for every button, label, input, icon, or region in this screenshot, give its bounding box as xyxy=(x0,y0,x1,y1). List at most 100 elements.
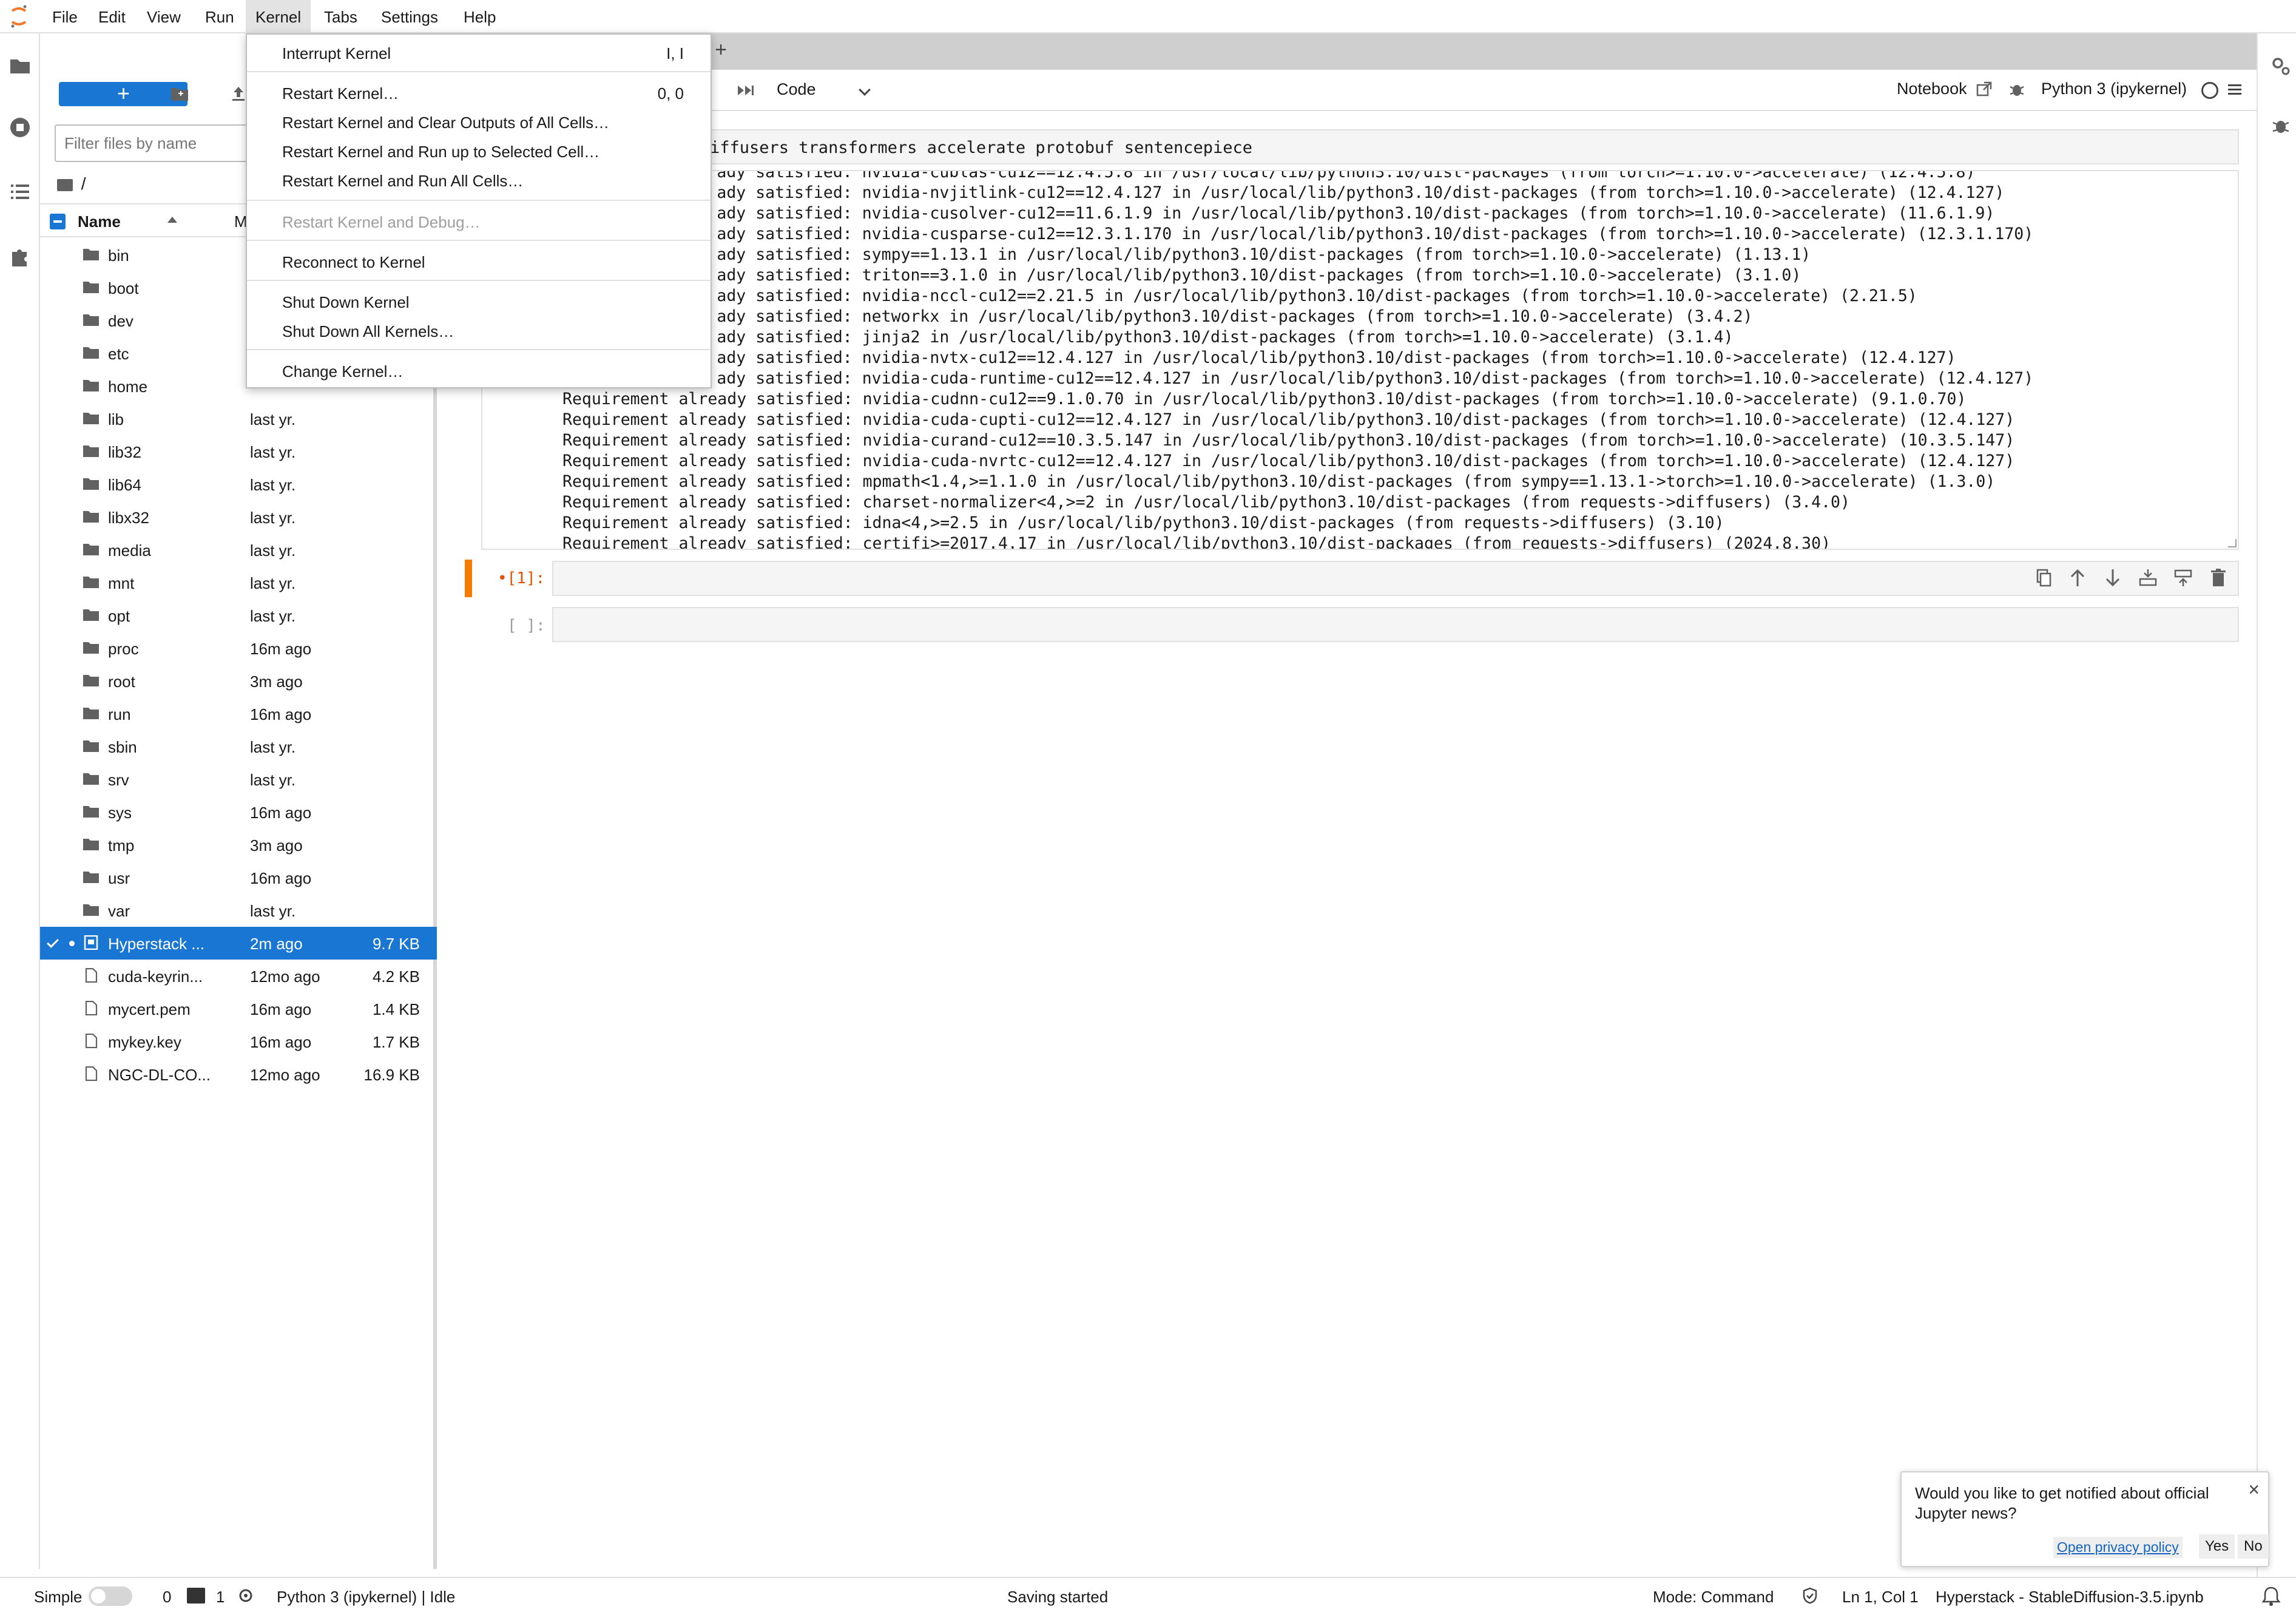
menu-restart-kernel[interactable]: Restart Kernel… 0, 0 xyxy=(247,78,711,109)
file-name: mykey.key xyxy=(108,1033,181,1051)
breadcrumb[interactable]: / xyxy=(57,174,86,194)
menu-file[interactable]: File xyxy=(42,0,87,33)
file-row[interactable]: run 16m ago xyxy=(40,697,437,730)
notification-yes-button[interactable]: Yes xyxy=(2199,1534,2235,1559)
simple-mode-label: Simple xyxy=(34,1588,83,1606)
output-line: ady satisfied: jinja2 in /usr/local/lib/… xyxy=(717,328,1733,347)
select-all-checkbox[interactable] xyxy=(50,214,66,229)
file-row[interactable]: srv last yr. xyxy=(40,763,437,796)
close-icon[interactable]: × xyxy=(2248,1478,2260,1501)
output-line-text: ady satisfied: nvidia-cublas-cu12==12.4.… xyxy=(717,170,1976,181)
file-row[interactable]: opt last yr. xyxy=(40,599,437,632)
file-row[interactable]: media last yr. xyxy=(40,533,437,566)
menu-restart-clear-outputs[interactable]: Restart Kernel and Clear Outputs of All … xyxy=(247,107,711,138)
fast-forward-icon[interactable] xyxy=(737,83,755,98)
folder-icon[interactable] xyxy=(7,53,33,78)
new-launcher-button[interactable]: + xyxy=(59,81,187,106)
file-name: sbin xyxy=(108,738,137,756)
file-row[interactable]: mykey.key 16m ago 1.7 KB xyxy=(40,1025,437,1058)
upload-icon[interactable] xyxy=(229,84,248,103)
file-row[interactable]: lib last yr. xyxy=(40,402,437,435)
move-down-arrow-icon[interactable] xyxy=(2101,566,2125,590)
simple-mode-toggle[interactable] xyxy=(89,1587,132,1606)
menu-reconnect-kernel[interactable]: Reconnect to Kernel xyxy=(247,247,711,277)
menu-restart-run-all[interactable]: Restart Kernel and Run All Cells… xyxy=(247,166,711,196)
output-line: ady satisfied: networkx in /usr/local/li… xyxy=(717,307,1752,326)
menu-kernel[interactable]: Kernel xyxy=(246,0,311,33)
debugger-bug-icon[interactable] xyxy=(2271,116,2291,135)
file-name: bin xyxy=(108,246,129,265)
file-row[interactable]: sbin last yr. xyxy=(40,730,437,763)
output-line-text: ady satisfied: idna<4,>=2.5 in /usr/loca… xyxy=(717,513,1724,532)
menu-shut-down-all-kernels[interactable]: Shut Down All Kernels… xyxy=(247,316,711,347)
notification-bell-icon[interactable] xyxy=(2261,1585,2281,1607)
hamburger-menu-icon[interactable] xyxy=(2227,82,2243,98)
property-inspector-gears-icon[interactable] xyxy=(2270,55,2292,77)
chevron-down-icon[interactable] xyxy=(859,84,871,96)
menu-view[interactable]: View xyxy=(137,0,191,33)
file-row[interactable]: sys 16m ago xyxy=(40,796,437,828)
file-icon xyxy=(85,1066,98,1081)
file-row[interactable]: Hyperstack ... 2m ago 9.7 KB xyxy=(40,927,437,960)
extensions-puzzle-icon[interactable] xyxy=(7,243,33,269)
file-row[interactable]: lib32 last yr. xyxy=(40,435,437,468)
folder-icon xyxy=(83,642,99,654)
file-modified: last yr. xyxy=(250,771,296,789)
file-row[interactable]: mnt last yr. xyxy=(40,566,437,599)
active-cell-editor[interactable] xyxy=(552,561,2239,596)
file-row[interactable]: lib64 last yr. xyxy=(40,468,437,501)
debugger-bug-icon[interactable] xyxy=(2008,81,2025,98)
running-kernels-icon[interactable] xyxy=(7,115,33,140)
file-row[interactable]: libx32 last yr. xyxy=(40,501,437,533)
new-tab-plus-icon[interactable]: + xyxy=(709,38,733,62)
notebook-label[interactable]: Notebook xyxy=(1897,80,1967,98)
menu-edit[interactable]: Edit xyxy=(89,0,135,33)
insert-above-icon[interactable] xyxy=(2136,566,2160,590)
sort-ascending-icon xyxy=(167,217,177,223)
menu-restart-and-debug: Restart Kernel and Debug… xyxy=(282,213,481,231)
privacy-policy-link[interactable]: Open privacy policy xyxy=(2053,1537,2183,1558)
menu-settings[interactable]: Settings xyxy=(371,0,448,33)
move-up-arrow-icon[interactable] xyxy=(2065,566,2090,590)
notification-no-button[interactable]: No xyxy=(2238,1534,2269,1559)
resize-handle-icon[interactable] xyxy=(2228,539,2237,547)
status-bar: Simple 0 1 Python 3 (ipykernel) | Idle S… xyxy=(0,1577,2296,1612)
kernel-name-label[interactable]: Python 3 (ipykernel) xyxy=(2041,80,2187,98)
insert-below-icon[interactable] xyxy=(2171,566,2195,590)
menu-interrupt-kernel[interactable]: Interrupt Kernel I, I xyxy=(247,38,711,69)
name-column-header[interactable]: Name xyxy=(78,212,121,231)
file-row[interactable]: root 3m ago xyxy=(40,665,437,697)
file-row[interactable]: cuda-keyrin... 12mo ago 4.2 KB xyxy=(40,960,437,992)
file-row[interactable]: usr 16m ago xyxy=(40,861,437,894)
delete-trash-icon[interactable] xyxy=(2206,566,2230,590)
file-row[interactable]: mycert.pem 16m ago 1.4 KB xyxy=(40,992,437,1025)
empty-cell-editor[interactable] xyxy=(552,607,2239,642)
jupyter-logo-icon xyxy=(11,5,27,28)
code-cell-editor[interactable]: iffusers transformers accelerate protobu… xyxy=(703,129,2239,164)
duplicate-cell-icon[interactable] xyxy=(2031,566,2056,590)
menu-run[interactable]: Run xyxy=(195,0,244,33)
file-row[interactable]: NGC-DL-CO... 12mo ago 16.9 KB xyxy=(40,1058,437,1091)
file-row[interactable]: proc 16m ago xyxy=(40,632,437,665)
kernel-status-text[interactable]: Python 3 (ipykernel) | Idle xyxy=(277,1588,455,1607)
active-cell-marker xyxy=(465,560,472,597)
file-size: 1.4 KB xyxy=(372,1000,420,1018)
running-dot-icon xyxy=(69,941,75,946)
menu-restart-run-to-selected[interactable]: Restart Kernel and Run up to Selected Ce… xyxy=(247,137,711,167)
file-name: lib32 xyxy=(108,443,141,461)
cursor-position[interactable]: Ln 1, Col 1 xyxy=(1842,1588,1919,1607)
file-name: libx32 xyxy=(108,509,149,527)
cell-type-select[interactable]: Code xyxy=(777,80,816,99)
file-row[interactable]: tmp 3m ago xyxy=(40,828,437,861)
menu-shut-down-kernel[interactable]: Shut Down Kernel xyxy=(247,287,711,317)
file-row[interactable]: var last yr. xyxy=(40,894,437,927)
open-external-icon[interactable] xyxy=(1976,81,1993,98)
menu-tabs[interactable]: Tabs xyxy=(314,0,367,33)
menu-help[interactable]: Help xyxy=(454,0,505,33)
table-of-contents-icon[interactable] xyxy=(7,179,33,205)
menu-change-kernel[interactable]: Change Kernel… xyxy=(247,356,711,387)
new-folder-icon[interactable] xyxy=(170,86,189,103)
output-line: Requirement already satisfied: charset-n… xyxy=(562,493,1850,512)
checkmark-icon[interactable] xyxy=(47,936,59,948)
output-line-text: ady satisfied: nvidia-cusolver-cu12==11.… xyxy=(717,204,1995,223)
